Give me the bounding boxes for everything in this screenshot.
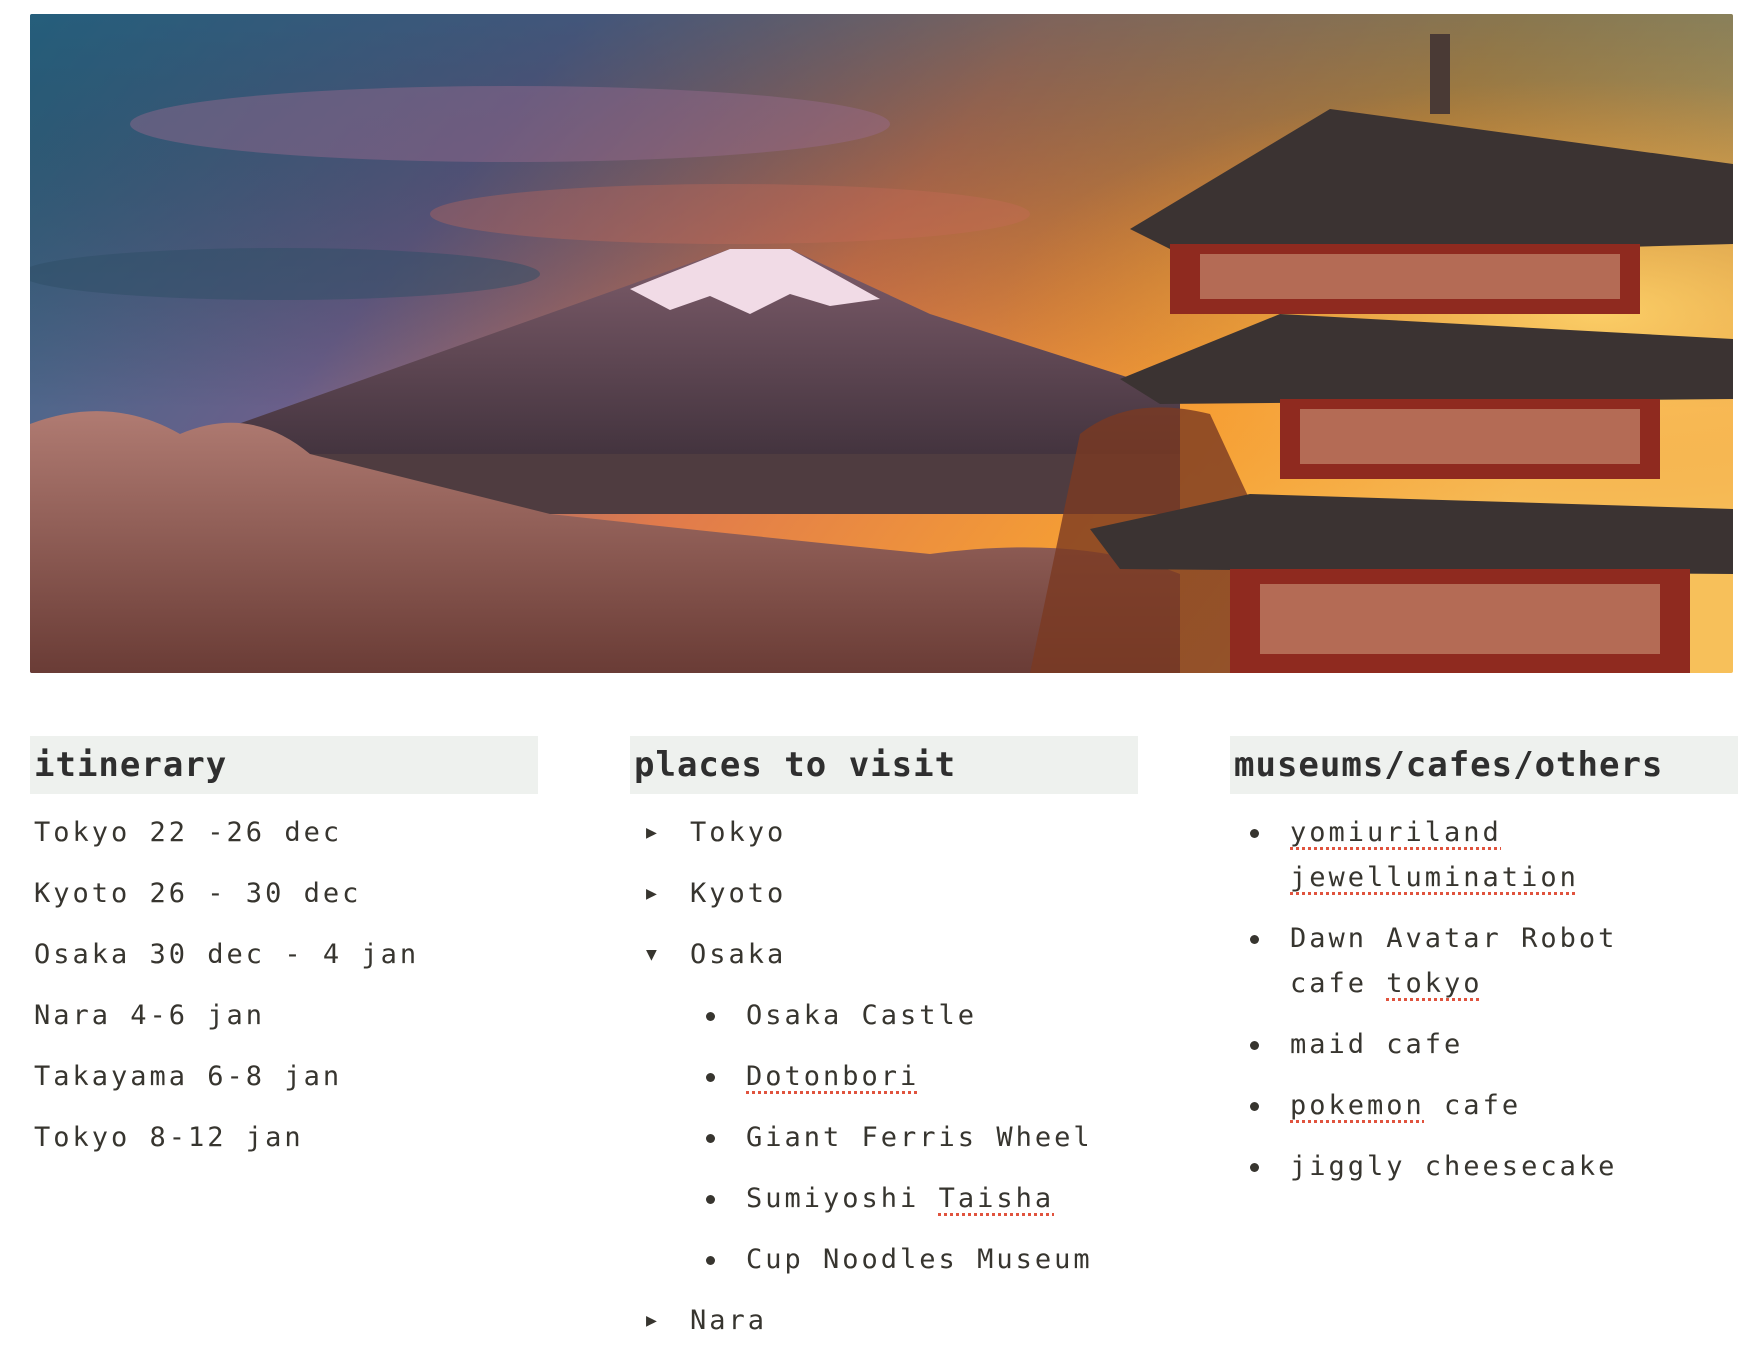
toggle-closed-icon[interactable]: ▶	[646, 863, 670, 924]
itinerary-line[interactable]: Osaka 30 dec - 4 jan	[30, 924, 538, 985]
list-item[interactable]: Dawn Avatar Robot cafe tokyo	[1230, 908, 1690, 1014]
list-item-text[interactable]: yomiuriland jewellumination	[1290, 817, 1579, 893]
list-item[interactable]: Sumiyoshi Taisha	[630, 1168, 1138, 1229]
toggle-kyoto[interactable]: ▶ Kyoto	[630, 863, 1138, 924]
itinerary-heading: itinerary	[30, 736, 538, 794]
list-item[interactable]: pokemon cafe	[1230, 1075, 1690, 1136]
list-item-label[interactable]: Giant Ferris Wheel	[746, 1107, 1093, 1168]
bullet-icon	[706, 1012, 715, 1021]
fuji-pagoda-sunset-image	[30, 14, 1733, 673]
toggle-label[interactable]: Kyoto	[690, 863, 786, 924]
toggle-closed-icon[interactable]: ▶	[646, 802, 670, 863]
bullet-icon	[1250, 935, 1259, 944]
others-heading: museums/cafes/others	[1230, 736, 1738, 794]
list-item[interactable]: Dotonbori	[630, 1046, 1138, 1107]
toggle-open-icon[interactable]: ▼	[646, 924, 670, 985]
bullet-icon	[1250, 829, 1259, 838]
bullet-icon	[706, 1256, 715, 1265]
toggle-osaka[interactable]: ▼ Osaka	[630, 924, 1138, 985]
list-item-text[interactable]: tokyo	[1386, 968, 1482, 999]
list-item[interactable]: Osaka Castle	[630, 985, 1138, 1046]
list-item[interactable]: yomiuriland jewellumination	[1230, 802, 1690, 908]
bullet-icon	[1250, 1041, 1259, 1050]
list-item-text[interactable]: cafe	[1425, 1090, 1521, 1121]
list-item-label[interactable]: Osaka Castle	[746, 985, 977, 1046]
bullet-icon	[706, 1073, 715, 1082]
list-item[interactable]: Cup Noodles Museum	[630, 1229, 1138, 1290]
itinerary-line[interactable]: Takayama 6-8 jan	[30, 1046, 538, 1107]
list-item-text: Taisha	[938, 1183, 1055, 1214]
bullet-icon	[706, 1195, 715, 1204]
itinerary-line[interactable]: Nara 4-6 jan	[30, 985, 538, 1046]
bullet-icon	[1250, 1102, 1259, 1111]
list-item-text[interactable]: pokemon	[1290, 1090, 1425, 1121]
list-item-text[interactable]: jiggly cheesecake	[1290, 1151, 1617, 1182]
itinerary-line[interactable]: Tokyo 8-12 jan	[30, 1107, 538, 1168]
places-heading: places to visit	[630, 736, 1138, 794]
list-item-label[interactable]: Sumiyoshi Taisha	[746, 1168, 1054, 1229]
itinerary-line[interactable]: Tokyo 22 -26 dec	[30, 802, 538, 863]
list-item[interactable]: maid cafe	[1230, 1014, 1690, 1075]
list-item[interactable]: jiggly cheesecake	[1230, 1136, 1690, 1197]
bullet-icon	[1250, 1163, 1259, 1172]
itinerary-column: itinerary Tokyo 22 -26 dec Kyoto 26 - 30…	[30, 736, 538, 1168]
cover-image	[30, 14, 1733, 673]
itinerary-line[interactable]: Kyoto 26 - 30 dec	[30, 863, 538, 924]
others-column: museums/cafes/others yomiuriland jewellu…	[1230, 736, 1738, 1197]
toggle-label[interactable]: Osaka	[690, 924, 786, 985]
toggle-tokyo[interactable]: ▶ Tokyo	[630, 802, 1138, 863]
list-item-label[interactable]: Dotonbori	[746, 1046, 919, 1107]
bullet-icon	[706, 1134, 715, 1143]
list-item-text[interactable]: maid cafe	[1290, 1029, 1463, 1060]
places-column: places to visit ▶ Tokyo ▶ Kyoto ▼ Osaka …	[630, 736, 1138, 1351]
list-item-label[interactable]: Cup Noodles Museum	[746, 1229, 1093, 1290]
list-item-text: Sumiyoshi	[746, 1183, 939, 1214]
toggle-label[interactable]: Tokyo	[690, 802, 786, 863]
list-item[interactable]: Giant Ferris Wheel	[630, 1107, 1138, 1168]
